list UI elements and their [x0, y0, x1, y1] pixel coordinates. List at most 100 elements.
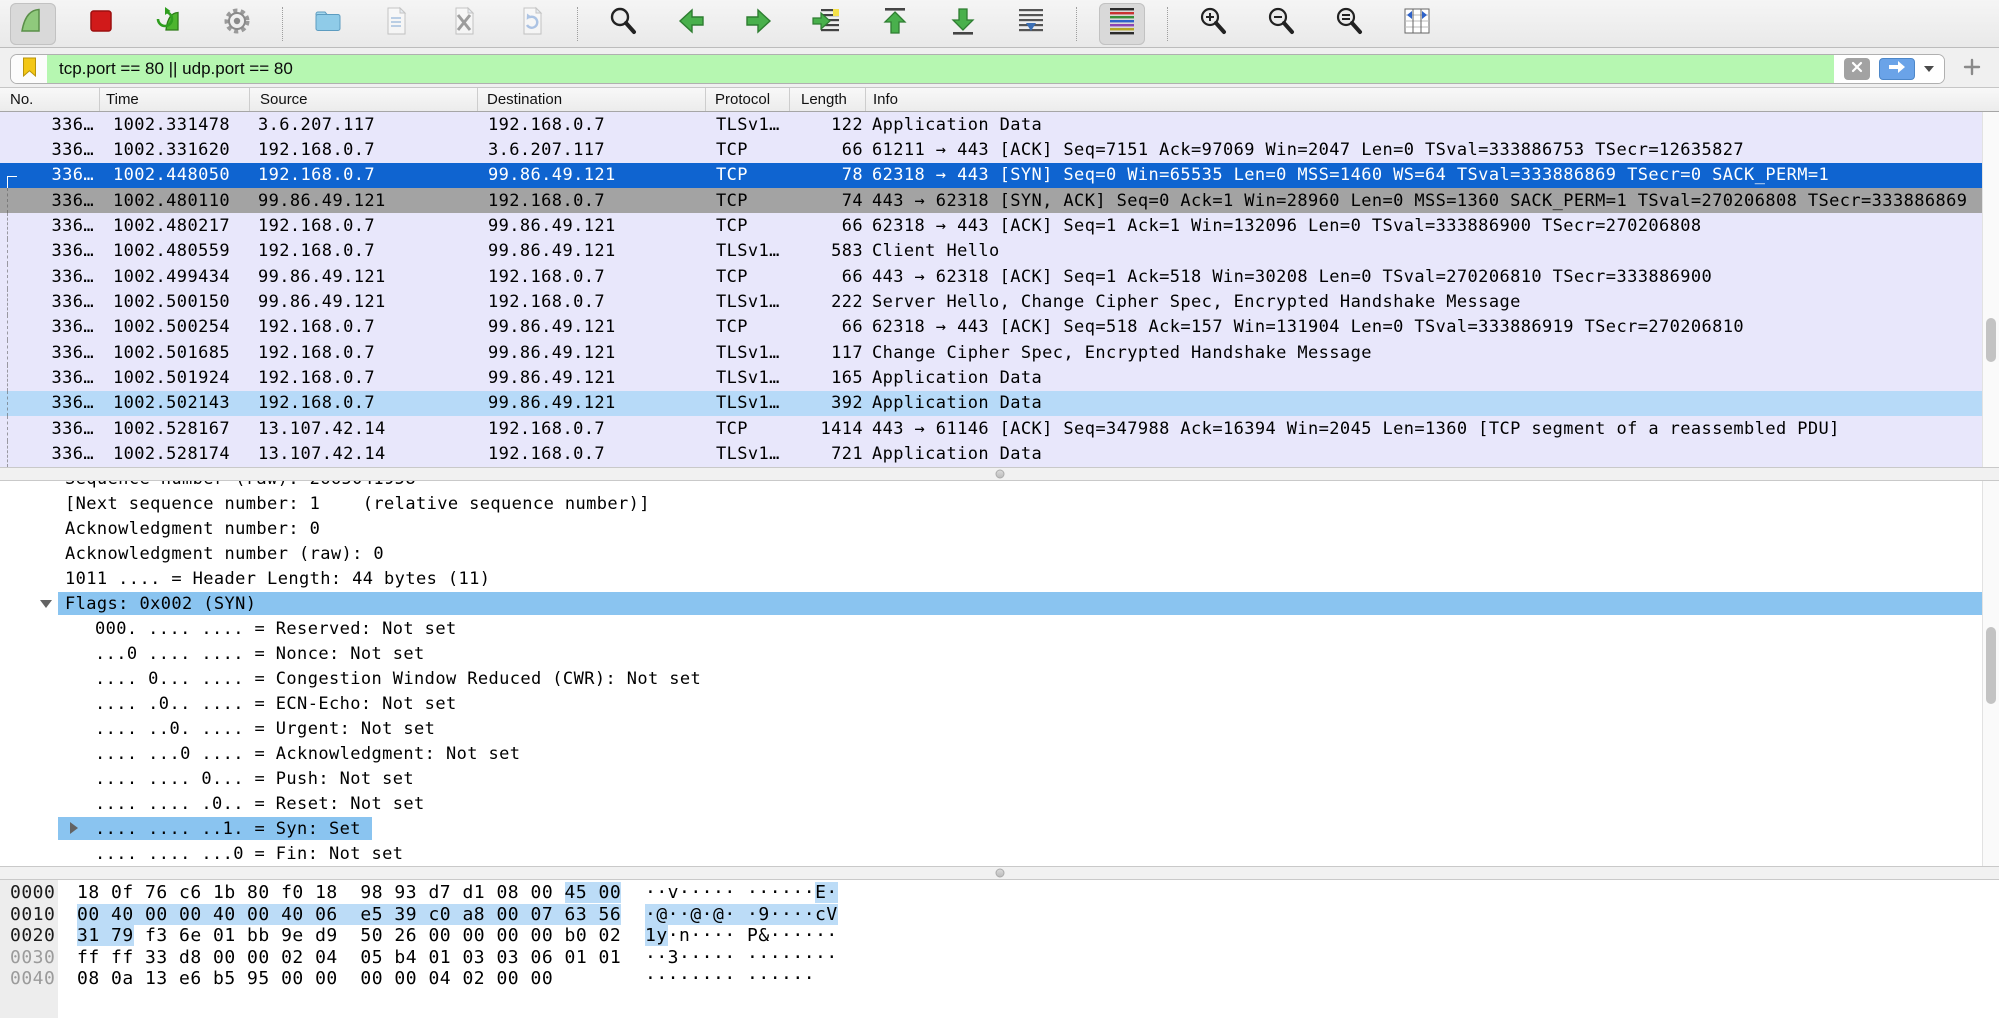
detail-row-flags-selected[interactable]: Flags: 0x002 (SYN): [0, 591, 1982, 616]
close-file-button[interactable]: [441, 3, 487, 45]
column-header-protocol[interactable]: Protocol: [706, 88, 790, 111]
hex-bytes[interactable]: 31 79 f3 6e 01 bb 9e d9 50 26 00 00 00 0…: [77, 925, 621, 946]
details-scrollbar[interactable]: [1982, 481, 1999, 866]
packet-row[interactable]: 336…1002.501685192.168.0.799.86.49.121TL…: [0, 340, 1982, 365]
hex-line[interactable]: 0010 00 40 00 00 40 00 40 06 e5 39 c0 a8…: [0, 904, 1999, 926]
packet-protocol: TLSv1…: [706, 241, 790, 261]
packet-protocol: TLSv1…: [706, 292, 790, 312]
packet-list-scrollbar[interactable]: [1982, 112, 1999, 467]
detail-row-acknowledgment-flag[interactable]: .... ...0 .... = Acknowledgment: Not set: [0, 741, 1982, 766]
detail-row-syn-flag-highlighted[interactable]: .... .... ..1. = Syn: Set: [0, 816, 1982, 841]
hex-line[interactable]: 0030 ff ff 33 d8 00 00 02 04 05 b4 01 03…: [0, 947, 1999, 969]
go-last-packet-button[interactable]: [940, 3, 986, 45]
packet-row[interactable]: 336…1002.500254192.168.0.799.86.49.121TC…: [0, 315, 1982, 340]
detail-row-header-length[interactable]: 1011 .... = Header Length: 44 bytes (11): [0, 566, 1982, 591]
open-file-button[interactable]: [305, 3, 351, 45]
capture-options-button[interactable]: [214, 3, 260, 45]
go-to-packet-button[interactable]: [804, 3, 850, 45]
clear-filter-button[interactable]: [1844, 58, 1870, 80]
hex-bytes[interactable]: 00 40 00 00 40 00 40 06 e5 39 c0 a8 00 0…: [77, 904, 621, 925]
hex-bytes[interactable]: 18 0f 76 c6 1b 80 f0 18 98 93 d7 d1 08 0…: [77, 882, 621, 903]
packet-destination: 99.86.49.121: [478, 241, 706, 261]
column-header-destination[interactable]: Destination: [478, 88, 706, 111]
packet-row[interactable]: 336…1002.331620192.168.0.73.6.207.117TCP…: [0, 137, 1982, 162]
packet-time: 1002.500150: [100, 292, 250, 312]
pane-splitter[interactable]: [0, 866, 1999, 880]
packet-protocol: TLSv1…: [706, 444, 790, 464]
packet-row[interactable]: 336…1002.3314783.6.207.117192.168.0.7TLS…: [0, 112, 1982, 137]
hex-ascii[interactable]: ·@··@·@· ·9····cV: [645, 904, 838, 925]
add-filter-button[interactable]: [1959, 58, 1985, 80]
packet-row[interactable]: 336…1002.502143192.168.0.799.86.49.121TL…: [0, 391, 1982, 416]
save-file-button[interactable]: [373, 3, 419, 45]
hex-ascii[interactable]: ··v····· ······E·: [645, 882, 838, 903]
zoom-reset-button[interactable]: [1326, 3, 1372, 45]
packet-row[interactable]: 336…1002.480217192.168.0.799.86.49.121TC…: [0, 213, 1982, 238]
restart-capture-button[interactable]: [146, 3, 192, 45]
packet-row[interactable]: 336…1002.480559192.168.0.799.86.49.121TL…: [0, 239, 1982, 264]
detail-row-nonce-flag[interactable]: ...0 .... .... = Nonce: Not set: [0, 641, 1982, 666]
display-filter-field[interactable]: tcp.port == 80 || udp.port == 80: [10, 54, 1945, 84]
detail-text: .... .... .0.. = Reset: Not set: [95, 794, 425, 814]
detail-row-reset-flag[interactable]: .... .... .0.. = Reset: Not set: [0, 791, 1982, 816]
packet-row[interactable]: 336…1002.501924192.168.0.799.86.49.121TL…: [0, 365, 1982, 390]
packet-row[interactable]: 336…1002.48011099.86.49.121192.168.0.7TC…: [0, 188, 1982, 213]
packet-length: 66: [790, 267, 866, 287]
hex-line[interactable]: 0040 08 0a 13 e6 b5 95 00 00 00 00 04 02…: [0, 968, 1999, 990]
scrollbar-thumb[interactable]: [1986, 318, 1996, 362]
collapse-triangle-icon[interactable]: [40, 600, 52, 608]
display-filter-input[interactable]: tcp.port == 80 || udp.port == 80: [47, 55, 1834, 83]
filter-history-dropdown[interactable]: [1924, 66, 1934, 72]
expand-triangle-icon[interactable]: [70, 822, 78, 834]
filter-bookmark-button[interactable]: [11, 55, 47, 83]
packet-source: 192.168.0.7: [250, 140, 478, 160]
apply-filter-button[interactable]: [1879, 58, 1915, 80]
packet-row[interactable]: 336…1002.52816713.107.42.14192.168.0.7TC…: [0, 416, 1982, 441]
hex-line[interactable]: 0020 31 79 f3 6e 01 bb 9e d9 50 26 00 00…: [0, 925, 1999, 947]
scrollbar-thumb[interactable]: [1986, 627, 1996, 704]
packet-row[interactable]: 336…1002.49943499.86.49.121192.168.0.7TC…: [0, 264, 1982, 289]
detail-row-push-flag[interactable]: .... .... 0... = Push: Not set: [0, 766, 1982, 791]
hex-bytes[interactable]: 08 0a 13 e6 b5 95 00 00 00 00 04 02 00 0…: [77, 968, 553, 989]
packet-row-selected[interactable]: 336…1002.448050192.168.0.799.86.49.121TC…: [0, 163, 1982, 188]
packet-no: 336…: [0, 292, 100, 312]
detail-row-acknowledgment-number[interactable]: Acknowledgment number: 0: [0, 516, 1982, 541]
packet-no: 336…: [0, 444, 100, 464]
resize-columns-button[interactable]: [1394, 3, 1440, 45]
start-capture-button[interactable]: [10, 3, 56, 45]
column-header-source[interactable]: Source: [250, 88, 478, 111]
detail-row-ecn-echo-flag[interactable]: .... .0.. .... = ECN-Echo: Not set: [0, 691, 1982, 716]
column-header-no[interactable]: No.: [0, 88, 100, 111]
zoom-out-icon: [1265, 5, 1297, 42]
packet-source: 99.86.49.121: [250, 267, 478, 287]
hex-ascii[interactable]: 1y·n···· P&······: [645, 925, 838, 946]
column-header-info[interactable]: Info: [866, 88, 1999, 111]
colorize-packets-button[interactable]: [1099, 3, 1145, 45]
packet-row[interactable]: 336…1002.50015099.86.49.121192.168.0.7TL…: [0, 289, 1982, 314]
detail-row-cwr-flag[interactable]: .... 0... .... = Congestion Window Reduc…: [0, 666, 1982, 691]
go-first-packet-button[interactable]: [872, 3, 918, 45]
go-back-button[interactable]: [668, 3, 714, 45]
detail-row-fin-flag[interactable]: .... .... ...0 = Fin: Not set: [0, 841, 1982, 866]
toolbar-separator: [1167, 7, 1168, 41]
hex-line[interactable]: 0000 18 0f 76 c6 1b 80 f0 18 98 93 d7 d1…: [0, 882, 1999, 904]
hex-ascii[interactable]: ········ ······: [645, 968, 815, 989]
pane-splitter[interactable]: [0, 467, 1999, 481]
column-header-time[interactable]: Time: [100, 88, 250, 111]
detail-row-sequence-number-raw[interactable]: Sequence number (raw): 2665041958: [0, 481, 1982, 491]
column-header-length[interactable]: Length: [790, 88, 866, 111]
detail-row-next-sequence-number[interactable]: [Next sequence number: 1 (relative seque…: [0, 491, 1982, 516]
go-forward-button[interactable]: [736, 3, 782, 45]
hex-ascii[interactable]: ··3····· ········: [645, 947, 838, 968]
auto-scroll-button[interactable]: [1008, 3, 1054, 45]
detail-row-urgent-flag[interactable]: .... ..0. .... = Urgent: Not set: [0, 716, 1982, 741]
detail-row-reserved-flag[interactable]: 000. .... .... = Reserved: Not set: [0, 616, 1982, 641]
zoom-out-button[interactable]: [1258, 3, 1304, 45]
zoom-in-button[interactable]: [1190, 3, 1236, 45]
packet-row[interactable]: 336…1002.52817413.107.42.14192.168.0.7TL…: [0, 441, 1982, 466]
hex-bytes[interactable]: ff ff 33 d8 00 00 02 04 05 b4 01 03 03 0…: [77, 947, 621, 968]
detail-row-acknowledgment-number-raw[interactable]: Acknowledgment number (raw): 0: [0, 541, 1982, 566]
stop-capture-button[interactable]: [78, 3, 124, 45]
find-packet-button[interactable]: [600, 3, 646, 45]
reload-file-button[interactable]: [509, 3, 555, 45]
